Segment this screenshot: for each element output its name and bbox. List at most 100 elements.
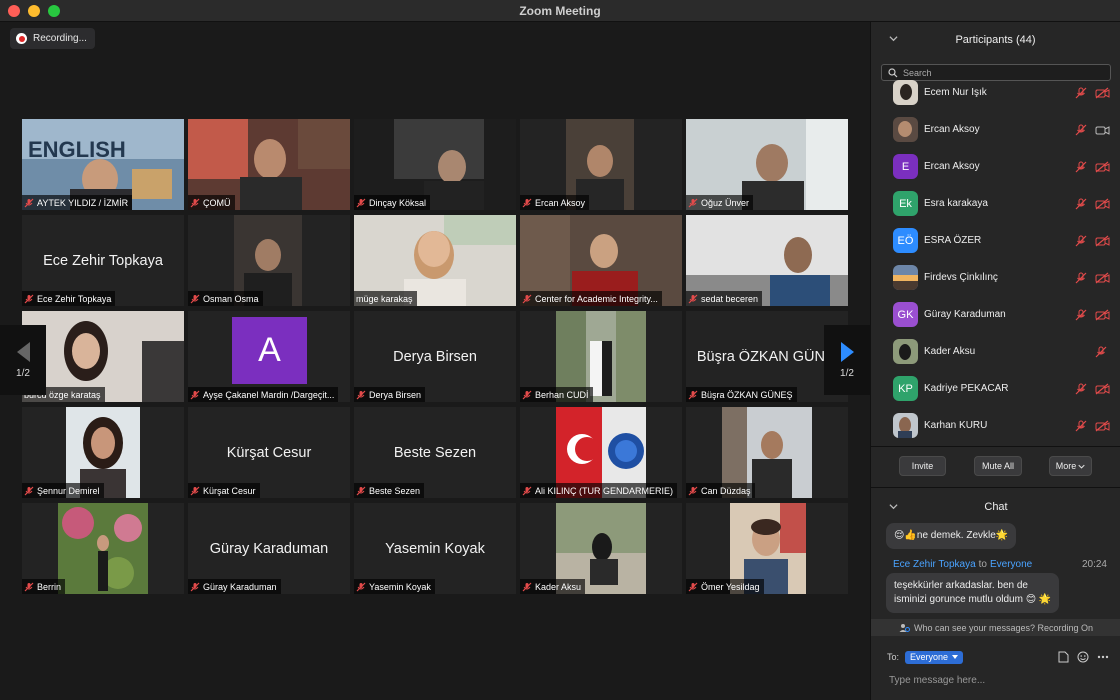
video-tile[interactable]: Osman Osma [188, 215, 350, 306]
mic-muted-icon [522, 486, 532, 495]
chat-sender[interactable]: Ece Zehir Topkaya [893, 559, 976, 570]
avatar [893, 117, 918, 142]
more-button[interactable]: More [1049, 456, 1092, 476]
more-options-icon[interactable] [1097, 655, 1109, 659]
to-label: To: [887, 652, 900, 662]
chevron-down-icon[interactable] [889, 34, 898, 43]
video-tile-active-speaker[interactable]: müge karakaş [354, 215, 516, 306]
video-tile[interactable]: Derya Birsen Derya Birsen [354, 311, 516, 402]
participant-name: Ercan Aksoy [535, 197, 586, 208]
video-off-icon[interactable] [1095, 420, 1110, 432]
video-tile[interactable]: Kürşat Cesur Kürşat Cesur [188, 407, 350, 498]
video-off-icon[interactable] [1095, 383, 1110, 395]
video-on-icon[interactable] [1095, 124, 1110, 136]
mic-muted-icon[interactable] [1075, 198, 1087, 210]
mic-muted-icon[interactable] [1075, 309, 1087, 321]
participant-name: Kader Aksu [535, 581, 582, 592]
video-tile[interactable]: Güray Karaduman Güray Karaduman [188, 503, 350, 594]
mic-muted-icon[interactable] [1075, 383, 1087, 395]
chat-timestamp: 20:24 [1081, 559, 1107, 570]
video-tile[interactable]: Berrin [22, 503, 184, 594]
participant-row[interactable]: Ecem Nur Işık [871, 80, 1120, 111]
mic-muted-icon[interactable] [1075, 87, 1087, 99]
participant-row[interactable]: Firdevs Çinkılınç [871, 259, 1120, 296]
participant-row[interactable]: Ercan Aksoy [871, 111, 1120, 148]
participant-row[interactable]: Ek Esra karakaya [871, 185, 1120, 222]
video-tile[interactable]: sedat beceren [686, 215, 848, 306]
svg-text:ENGLISH: ENGLISH [28, 137, 126, 162]
video-tile[interactable]: Ece Zehir Topkaya Ece Zehir Topkaya [22, 215, 184, 306]
mic-muted-icon [356, 390, 366, 399]
video-tile[interactable]: ÇOMÜ [188, 119, 350, 210]
next-page-button[interactable]: 1/2 [824, 325, 870, 395]
video-off-icon[interactable] [1095, 198, 1110, 210]
video-off-icon[interactable] [1095, 235, 1110, 247]
page-indicator-right: 1/2 [840, 367, 854, 379]
mic-muted-icon[interactable] [1075, 420, 1087, 432]
participant-row[interactable]: KP Kadriye PEKACAR [871, 370, 1120, 407]
video-off-icon[interactable] [1095, 87, 1110, 99]
video-tile[interactable]: Beste Sezen Beste Sezen [354, 407, 516, 498]
participant-nametag: Büşra ÖZKAN GÜNEŞ [686, 387, 797, 402]
video-tile[interactable]: Ercan Aksoy [520, 119, 682, 210]
emoji-icon[interactable] [1077, 651, 1089, 663]
chat-message-input[interactable] [889, 672, 1104, 688]
video-tile[interactable]: Berhan CUDİ [520, 311, 682, 402]
previous-page-button[interactable]: 1/2 [0, 325, 46, 395]
participant-nametag: Beste Sezen [354, 483, 425, 498]
mic-muted-icon[interactable] [1075, 235, 1087, 247]
mute-all-button[interactable]: Mute All [974, 456, 1022, 476]
chat-privacy-notice[interactable]: Who can see your messages? Recording On [871, 619, 1120, 636]
search-input[interactable] [903, 67, 1103, 78]
minimize-window-button[interactable] [28, 5, 40, 17]
video-off-icon[interactable] [1095, 309, 1110, 321]
mic-muted-icon[interactable] [1075, 124, 1087, 136]
video-tile[interactable]: Ali KILINÇ (TUR GENDARMERIE) [520, 407, 682, 498]
mic-muted-icon[interactable] [1075, 272, 1087, 284]
file-icon[interactable] [1058, 651, 1069, 663]
participant-name: Güray Karaduman [924, 309, 1006, 320]
video-tile[interactable]: burcu özge karataş [22, 311, 184, 402]
mic-muted-icon[interactable] [1095, 346, 1107, 358]
participant-row[interactable]: GK Güray Karaduman [871, 296, 1120, 333]
participant-avatar: A [232, 317, 307, 384]
mic-muted-icon [190, 486, 200, 495]
invite-button[interactable]: Invite [899, 456, 946, 476]
video-tile[interactable]: Yasemin Koyak Yasemin Koyak [354, 503, 516, 594]
video-tile[interactable]: Ömer Yesildag [686, 503, 848, 594]
mic-muted-icon [356, 582, 366, 591]
participant-name: Ali KILINÇ (TUR GENDARMERIE) [535, 485, 674, 496]
video-tile[interactable]: Oğuz Ünver [686, 119, 848, 210]
avatar: Ek [893, 191, 918, 216]
video-tile[interactable]: Can Düzdaş [686, 407, 848, 498]
fullscreen-window-button[interactable] [48, 5, 60, 17]
video-tile[interactable]: Center for Academic Integrity... [520, 215, 682, 306]
chevron-down-icon[interactable] [889, 502, 898, 511]
people-icon [899, 623, 910, 632]
participant-name: Kürşat Cesur [203, 485, 256, 496]
recording-indicator[interactable]: Recording... [10, 28, 95, 49]
participant-row[interactable]: Kader Aksu [871, 333, 1120, 370]
participant-row[interactable]: Karhan KURU [871, 407, 1120, 444]
participant-row[interactable]: E Ercan Aksoy [871, 148, 1120, 185]
mic-muted-icon[interactable] [1075, 161, 1087, 173]
video-off-icon[interactable] [1095, 161, 1110, 173]
video-gallery: Recording... ENGLISH AYTEK YILDIZ / İZMİ… [0, 22, 870, 700]
chat-recipient-bar: To: Everyone [887, 649, 1109, 665]
video-tile[interactable]: Kader Aksu [520, 503, 682, 594]
close-window-button[interactable] [8, 5, 20, 17]
video-tile[interactable]: Dinçay Köksal [354, 119, 516, 210]
participant-name: Kadriye PEKACAR [924, 383, 1009, 394]
video-off-icon[interactable] [1095, 272, 1110, 284]
participant-row[interactable]: EÖ ESRA ÖZER [871, 222, 1120, 259]
video-tile[interactable]: Şennur Demirel [22, 407, 184, 498]
participant-name: Ecem Nur Işık [924, 87, 987, 98]
video-tile[interactable]: A Ayşe Çakanel Mardin /Dargeçit... [188, 311, 350, 402]
participant-name: Center for Academic Integrity... [535, 293, 658, 304]
video-tile[interactable]: ENGLISH AYTEK YILDIZ / İZMİR [22, 119, 184, 210]
chat-message-line: isminizi gorunce mutlu oldum 😊 🌟 [894, 594, 1052, 605]
privacy-text: Who can see your messages? Recording On [913, 622, 1094, 633]
participant-search[interactable] [881, 64, 1111, 81]
recipient-select[interactable]: Everyone [905, 650, 964, 664]
window-title: Zoom Meeting [519, 3, 601, 18]
